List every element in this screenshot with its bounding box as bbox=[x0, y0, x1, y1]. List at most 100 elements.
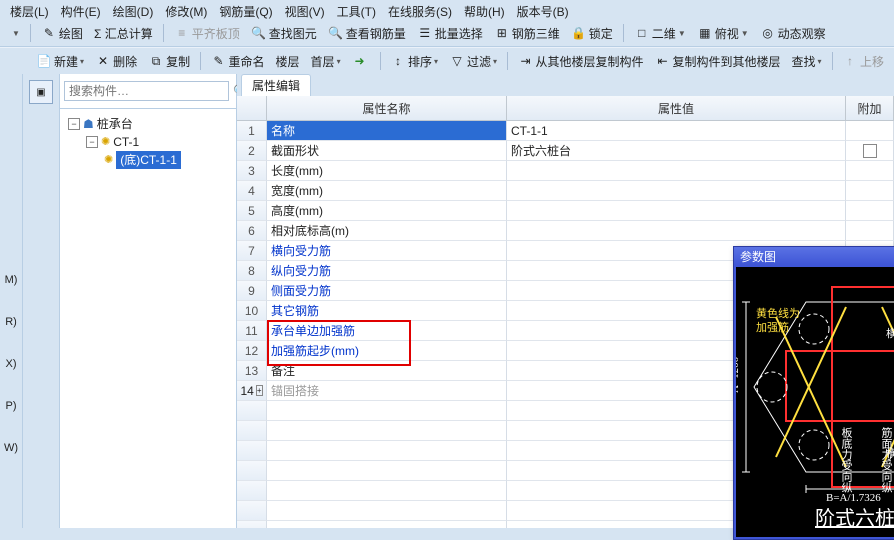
menu-modify[interactable]: 修改(M) bbox=[161, 3, 211, 20]
grid-row[interactable]: 3长度(mm) bbox=[237, 161, 894, 181]
menu-help[interactable]: 帮助(H) bbox=[460, 3, 509, 20]
row-number: 11 bbox=[237, 321, 267, 341]
property-name: 长度(mm) bbox=[267, 161, 507, 181]
grid-row[interactable]: 2截面形状阶式六桩台 bbox=[237, 141, 894, 161]
expand-icon[interactable]: + bbox=[256, 385, 263, 396]
expander-icon[interactable]: − bbox=[86, 136, 98, 148]
property-extra[interactable] bbox=[846, 201, 894, 221]
tb-label: Σ 汇总计算 bbox=[94, 25, 153, 42]
svg-text:加强筋: 加强筋 bbox=[756, 320, 789, 334]
tb-rebar3d[interactable]: ⊞钢筋三维 bbox=[490, 23, 564, 43]
chevron-down-icon: ▾ bbox=[493, 57, 497, 66]
rebar-view-icon: 🔍 bbox=[328, 25, 344, 41]
tb-copy[interactable]: ⧉复制 bbox=[144, 51, 194, 71]
property-extra[interactable] bbox=[846, 161, 894, 181]
row-number: 13 bbox=[237, 361, 267, 381]
menu-online[interactable]: 在线服务(S) bbox=[384, 3, 456, 20]
grid-row[interactable]: 5高度(mm) bbox=[237, 201, 894, 221]
property-name: 锚固搭接 bbox=[267, 381, 507, 401]
property-value[interactable] bbox=[507, 161, 846, 181]
tb-nav[interactable]: ➜ bbox=[348, 51, 374, 71]
menu-tools[interactable]: 工具(T) bbox=[333, 3, 380, 20]
tb-label: 查看钢筋量 bbox=[346, 25, 406, 42]
tb-rename[interactable]: ✎重命名 bbox=[207, 51, 269, 71]
property-value[interactable] bbox=[507, 201, 846, 221]
tb-lock[interactable]: 🔒锁定 bbox=[567, 23, 617, 43]
row-number: 3 bbox=[237, 161, 267, 181]
tb-label: 批量选择 bbox=[435, 25, 483, 42]
tree-leaf[interactable]: ✺ (底)CT-1-1 bbox=[64, 151, 232, 169]
tb-topview[interactable]: ▦俯视▼ bbox=[693, 23, 753, 43]
tb-copyto[interactable]: ⇤复制构件到其他楼层 bbox=[651, 51, 785, 71]
chevron-down-icon: ▼ bbox=[741, 29, 749, 38]
tb-find[interactable]: 查找▾ bbox=[788, 51, 826, 71]
menu-component[interactable]: 构件(E) bbox=[57, 3, 105, 20]
property-extra[interactable] bbox=[846, 181, 894, 201]
search-input[interactable] bbox=[64, 81, 229, 101]
grid-row[interactable]: 4宽度(mm) bbox=[237, 181, 894, 201]
ribbon-btn[interactable]: ▣ bbox=[29, 80, 53, 104]
tb-findent[interactable]: 🔍查找图元 bbox=[247, 23, 321, 43]
tree-root[interactable]: − ☗ 桩承台 bbox=[64, 115, 232, 133]
tb-orbit[interactable]: ◎动态观察 bbox=[756, 23, 830, 43]
tb-label: 上移 bbox=[860, 53, 884, 70]
side-handles: M) R) X) P) W) bbox=[0, 74, 23, 528]
menu-version[interactable]: 版本号(B) bbox=[513, 3, 573, 20]
menu-floor[interactable]: 楼层(L) bbox=[6, 3, 53, 20]
menu-rebarqty[interactable]: 钢筋量(Q) bbox=[215, 3, 276, 20]
row-number: 5 bbox=[237, 201, 267, 221]
tb-2d[interactable]: □二维▼ bbox=[630, 23, 690, 43]
tb-multisel[interactable]: ☰批量选择 bbox=[413, 23, 487, 43]
tb-floor[interactable]: 楼层 bbox=[272, 51, 304, 71]
tb-sum[interactable]: Σ 汇总计算 bbox=[90, 23, 157, 43]
checkbox[interactable] bbox=[863, 144, 877, 158]
diagram-svg: 黄色线为 加强筋 横向受力面筋 横向受力底筋 板底力受向纵 筋面力受向纵 A=1… bbox=[736, 267, 894, 537]
tb-new[interactable]: 📄新建▾ bbox=[32, 51, 88, 71]
tab-properties[interactable]: 属性编辑 bbox=[241, 74, 311, 96]
tb-draw[interactable]: ✎绘图 bbox=[37, 23, 87, 43]
tb-sort[interactable]: ↕排序▾ bbox=[386, 51, 442, 71]
tb-firstfloor[interactable]: 首层▾ bbox=[307, 51, 345, 71]
property-value[interactable] bbox=[507, 221, 846, 241]
grid-row[interactable]: 1名称CT-1-1 bbox=[237, 121, 894, 141]
hdr-extra: 附加 bbox=[846, 96, 894, 120]
mainbody: M) R) X) P) W) ▣ 🔍 − ☗ 桩承台 − ✺ CT-1 ✺ bbox=[0, 74, 894, 528]
svg-text:板底力受向纵: 板底力受向纵 bbox=[840, 426, 853, 493]
property-value[interactable] bbox=[507, 181, 846, 201]
property-value[interactable]: CT-1-1 bbox=[507, 121, 846, 141]
tb-drop[interactable]: ▼ bbox=[6, 23, 24, 43]
nav-ribbon: ▣ bbox=[23, 74, 60, 528]
svg-text:A=1200: A=1200 bbox=[736, 356, 741, 393]
separator bbox=[623, 24, 624, 42]
property-extra[interactable] bbox=[846, 141, 894, 161]
row-number: 4 bbox=[237, 181, 267, 201]
tb-label: 排序 bbox=[408, 53, 432, 70]
property-name: 纵向受力筋 bbox=[267, 261, 507, 281]
tb-filter[interactable]: ▽过滤▾ bbox=[445, 51, 501, 71]
chevron-down-icon: ▾ bbox=[434, 57, 438, 66]
property-panel: 属性编辑 属性名称 属性值 附加 1名称CT-1-12截面形状阶式六桩台3长度(… bbox=[237, 74, 894, 528]
menu-view[interactable]: 视图(V) bbox=[281, 3, 329, 20]
property-name: 承台单边加强筋 bbox=[267, 321, 507, 341]
menu-draw[interactable]: 绘图(D) bbox=[109, 3, 158, 20]
tb-label: 首层 bbox=[311, 53, 335, 70]
tb-rebarview[interactable]: 🔍查看钢筋量 bbox=[324, 23, 410, 43]
property-name: 相对底标高(m) bbox=[267, 221, 507, 241]
expander-icon[interactable]: − bbox=[68, 118, 80, 130]
property-extra[interactable] bbox=[846, 121, 894, 141]
gear-icon: ✺ bbox=[104, 151, 113, 169]
tb-label: 重命名 bbox=[229, 53, 265, 70]
property-extra[interactable] bbox=[846, 221, 894, 241]
tb-label: 查找 bbox=[792, 53, 816, 70]
popup-title[interactable]: 参数图 bbox=[734, 247, 894, 265]
tb-delete[interactable]: ✕删除 bbox=[91, 51, 141, 71]
grid-row[interactable]: 6相对底标高(m) bbox=[237, 221, 894, 241]
param-popup[interactable]: 参数图 bbox=[733, 246, 894, 540]
property-value[interactable]: 阶式六桩台 bbox=[507, 141, 846, 161]
tree-child[interactable]: − ✺ CT-1 bbox=[64, 133, 232, 151]
topview-icon: ▦ bbox=[697, 25, 713, 41]
hdr-num bbox=[237, 96, 267, 120]
component-tree[interactable]: − ☗ 桩承台 − ✺ CT-1 ✺ (底)CT-1-1 bbox=[60, 109, 236, 528]
tb-copyfrom[interactable]: ⇥从其他楼层复制构件 bbox=[513, 51, 647, 71]
row-number: 2 bbox=[237, 141, 267, 161]
